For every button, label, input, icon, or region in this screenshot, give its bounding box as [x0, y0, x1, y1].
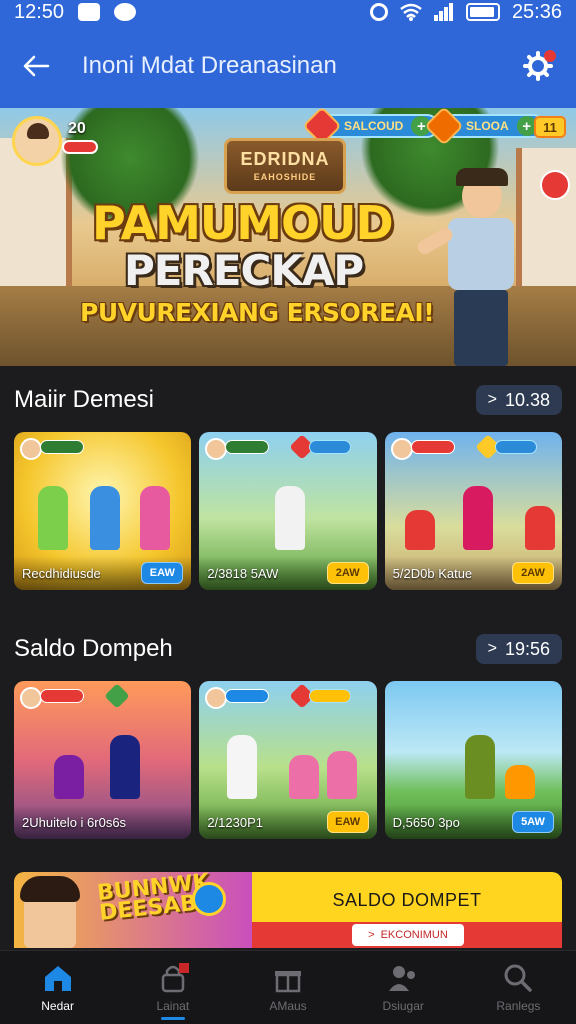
- promo-button-label: EKCONIMUN: [380, 929, 448, 941]
- nav-indicator: [160, 1017, 185, 1020]
- back-button[interactable]: [18, 48, 54, 84]
- health-bar: [62, 140, 98, 154]
- emblem-title: EDRIDNA: [240, 149, 330, 169]
- app-bar: Inoni Mdat Dreanasinan: [0, 24, 576, 108]
- promo-art-text: BUNNWK DEESABI: [96, 872, 211, 926]
- coin-badge[interactable]: 11: [534, 116, 566, 138]
- alarm-icon: [369, 3, 388, 21]
- nav-item-people[interactable]: Dsiugar: [346, 951, 461, 1024]
- promo-title: SALDO DOMPET: [332, 890, 482, 910]
- promo-banner[interactable]: BUNNWK DEESABI SALDO DOMPET > EKCONIMUN: [14, 872, 562, 948]
- chevron-right-icon: >: [487, 391, 497, 408]
- lock-icon: [161, 962, 189, 992]
- game-card[interactable]: D,5650 3po 5AW: [384, 681, 562, 839]
- signal-icon: [433, 3, 453, 21]
- home-icon: [44, 965, 71, 991]
- clock: 12:50: [14, 0, 65, 23]
- nav-label: Ranlegs: [496, 998, 541, 1013]
- hero-banner[interactable]: 20 SALCOUD + SLOOA + 11 EDRIDNA EAHOSHID…: [0, 108, 576, 366]
- hero-headline-2: PERECKAP: [124, 246, 364, 295]
- status-time: 25:36: [511, 0, 562, 23]
- timer-pill[interactable]: > 10.38: [475, 385, 562, 415]
- card-caption: Recdhidiusde: [22, 565, 101, 581]
- hero-headline: PAMUMOUD: [92, 196, 394, 250]
- game-card[interactable]: Recdhidiusde EAW: [14, 432, 192, 590]
- promo-art: BUNNWK DEESABI: [14, 872, 252, 948]
- notification-icon: [78, 3, 101, 21]
- hero-tagline: PUVUREXIANG ERSOREAI!: [80, 298, 435, 327]
- notification-dot: [544, 50, 556, 62]
- section-title: Saldo Dompeh: [14, 635, 173, 662]
- nav-item-home[interactable]: Nedar: [0, 951, 115, 1024]
- emblem-subtitle: EAHOSHIDE: [253, 172, 317, 182]
- arrow-left-icon: [23, 55, 50, 77]
- card-caption: 2/3818 5AW: [207, 565, 279, 581]
- game-card[interactable]: 2/1230P1 EAW: [199, 681, 377, 839]
- play-button[interactable]: 2AW: [511, 562, 554, 584]
- settings-button[interactable]: [518, 46, 558, 86]
- nav-item-gift[interactable]: AMaus: [230, 951, 345, 1024]
- promo-button[interactable]: > EKCONIMUN: [352, 924, 464, 946]
- badge-icon: [192, 882, 226, 916]
- chevron-right-icon: >: [487, 640, 497, 657]
- play-button[interactable]: EAW: [141, 562, 184, 584]
- hero-character: [415, 168, 536, 366]
- wifi-icon: [400, 3, 422, 21]
- card-caption: 2/1230P1: [207, 814, 263, 830]
- gift-icon: [275, 970, 301, 992]
- game-card[interactable]: 5/2D0b Katue 2AW: [384, 432, 562, 590]
- play-button[interactable]: 2AW: [326, 562, 369, 584]
- search-icon: [504, 964, 533, 992]
- chevron-right-icon: >: [368, 929, 375, 941]
- bottom-nav: Nedar Lainat AMaus Dsiugar Ranlegs: [0, 950, 576, 1024]
- timer-pill[interactable]: > 19:56: [475, 634, 562, 664]
- nav-item-lock[interactable]: Lainat: [115, 951, 230, 1024]
- game-emblem: EDRIDNA EAHOSHIDE: [224, 138, 346, 194]
- nav-item-search[interactable]: Ranlegs: [461, 951, 576, 1024]
- nav-label: Nedar: [41, 998, 74, 1013]
- nav-label: AMaus: [269, 998, 307, 1013]
- play-button[interactable]: EAW: [326, 811, 369, 833]
- messenger-icon: [114, 3, 137, 21]
- player-level: 20: [68, 120, 86, 137]
- status-bar: 12:50 25:36: [0, 0, 576, 24]
- player-avatar[interactable]: [12, 116, 62, 166]
- card-caption: 2Uhuitelo i 6r0s6s: [22, 814, 127, 830]
- page-title: Inoni Mdat Dreanasinan: [82, 52, 337, 79]
- heart-amount: SLOOA: [466, 119, 509, 133]
- section-wallet: Saldo Dompeh > 19:56 2Uhuitelo i 6r0s6s …: [0, 617, 576, 839]
- card-caption: 5/2D0b Katue: [392, 565, 473, 581]
- game-card[interactable]: 2/3818 5AW 2AW: [199, 432, 377, 590]
- battery-icon: [465, 3, 500, 21]
- nav-label: Dsiugar: [382, 998, 424, 1013]
- character-illustration: [20, 876, 80, 948]
- game-card[interactable]: 2Uhuitelo i 6r0s6s: [14, 681, 192, 839]
- section-title: Maiir Demesi: [14, 386, 155, 413]
- play-button[interactable]: 5AW: [511, 811, 554, 833]
- gem-counter[interactable]: SALCOUD +: [302, 108, 440, 146]
- heart-counter[interactable]: SLOOA +: [424, 108, 545, 146]
- card-caption: D,5650 3po: [392, 814, 460, 830]
- timer-value: 10.38: [504, 389, 550, 410]
- section-main: Maiir Demesi > 10.38 Recdhidiusde EAW 2/…: [0, 368, 576, 590]
- chat-icon[interactable]: [540, 170, 570, 200]
- nav-label: Lainat: [156, 998, 190, 1013]
- people-icon: [389, 965, 416, 991]
- timer-value: 19:56: [504, 638, 550, 659]
- gem-amount: SALCOUD: [344, 119, 404, 133]
